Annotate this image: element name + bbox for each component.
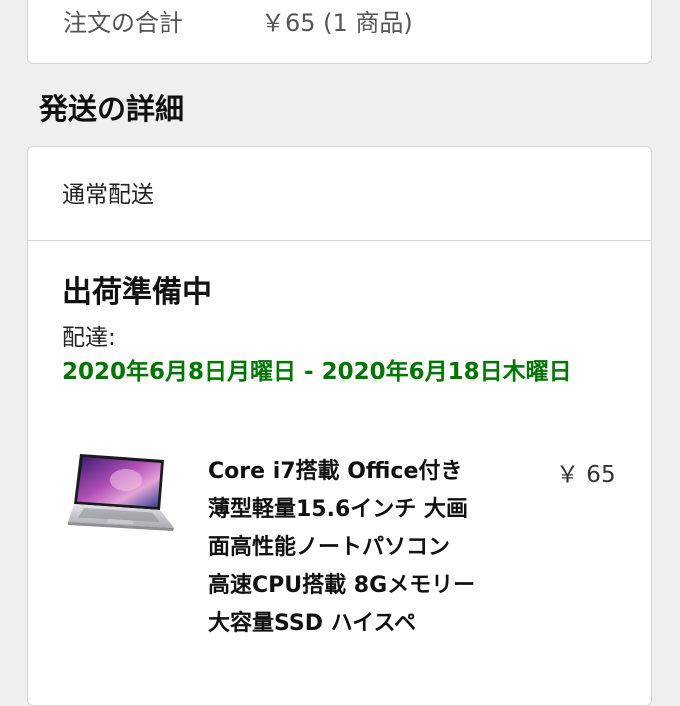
delivery-label: 配達: bbox=[62, 325, 116, 351]
order-total-label: 注文の合計 bbox=[63, 9, 183, 37]
order-total-value: ￥65 (1 商品) bbox=[261, 9, 413, 37]
laptop-image[interactable] bbox=[66, 452, 176, 548]
order-summary-card: 注文の合計 ￥65 (1 商品) bbox=[27, 0, 652, 64]
product-price: ￥ 65 bbox=[556, 462, 616, 488]
laptop-icon bbox=[68, 454, 174, 531]
product-title-link[interactable]: Core i7搭載 Office付き 薄型軽量15.6インチ 大画面高性能ノート… bbox=[208, 453, 478, 643]
shipping-method: 通常配送 bbox=[62, 182, 154, 208]
shipping-details-card: 通常配送 出荷準備中 配達: 2020年6月8日月曜日 - 2020年6月18日… bbox=[27, 146, 652, 706]
shipment-status: 出荷準備中 bbox=[62, 275, 212, 310]
delivery-date-range: 2020年6月8日月曜日 - 2020年6月18日木曜日 bbox=[62, 359, 572, 385]
divider bbox=[28, 240, 651, 241]
shipping-details-title: 発送の詳細 bbox=[39, 92, 185, 126]
